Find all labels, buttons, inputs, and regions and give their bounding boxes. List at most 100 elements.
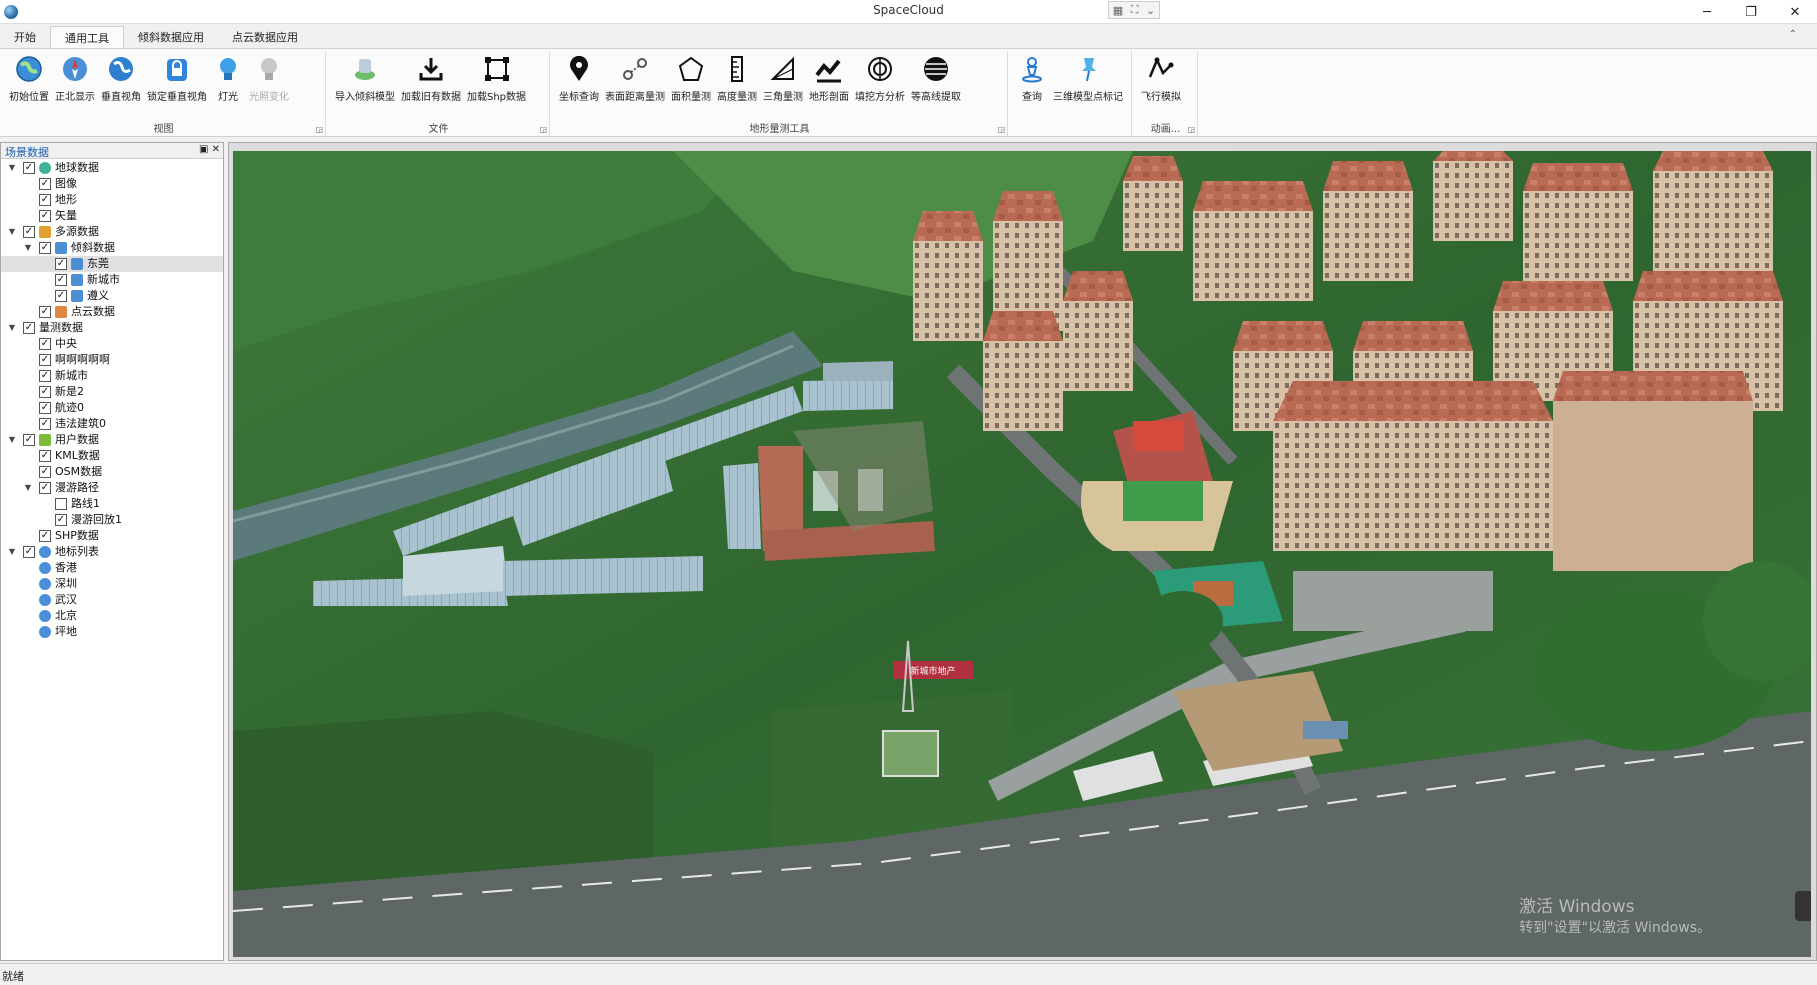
- tree-item[interactable]: ✓ 矢量: [1, 208, 223, 224]
- map-side-handle[interactable]: [1795, 891, 1811, 921]
- triangle-measure-button[interactable]: 三角量测: [760, 51, 806, 118]
- layout-grid-icon[interactable]: ▦: [1113, 4, 1123, 17]
- light-button[interactable]: 灯光: [210, 51, 246, 118]
- tree-item[interactable]: ▼ ✓ 漫游路径: [1, 480, 223, 496]
- aerial-3d-map[interactable]: 新城市地产 激活 Windows 转到"设置"以激活 Windows。: [233, 151, 1811, 957]
- tree-item[interactable]: ✓ 新城市: [1, 368, 223, 384]
- tree-item[interactable]: ✓ 图像: [1, 176, 223, 192]
- tree-item[interactable]: ✓ 遵义: [1, 288, 223, 304]
- minimize-button[interactable]: ─: [1685, 0, 1729, 24]
- dialog-launcher-icon[interactable]: ◲: [539, 125, 547, 134]
- tree-checkbox[interactable]: ✓: [39, 530, 51, 542]
- north-up-button[interactable]: 正北显示: [52, 51, 98, 118]
- expand-arrow-icon[interactable]: ▼: [7, 432, 17, 448]
- tree-item[interactable]: ✓ 违法建筑0: [1, 416, 223, 432]
- tree-item[interactable]: ✓ 中央: [1, 336, 223, 352]
- quick-access-toolbar[interactable]: ▦ ⛶ ⌄: [1108, 1, 1160, 19]
- lighting-change-button[interactable]: 光照变化: [246, 51, 292, 118]
- expand-arrow-icon[interactable]: ▼: [7, 544, 17, 560]
- tree-checkbox[interactable]: ✓: [23, 546, 35, 558]
- tree-item[interactable]: 香港: [1, 560, 223, 576]
- tab-start[interactable]: 开始: [0, 26, 50, 48]
- tree-checkbox[interactable]: ✓: [55, 290, 67, 302]
- expand-arrow-icon[interactable]: ▼: [7, 320, 17, 336]
- tree-checkbox[interactable]: ✓: [39, 482, 51, 494]
- load-legacy-data-button[interactable]: 加载旧有数据: [398, 51, 464, 118]
- tree-item[interactable]: ✓ 新城市: [1, 272, 223, 288]
- contour-extract-button[interactable]: 等高线提取: [908, 51, 964, 118]
- tree-checkbox[interactable]: ✓: [39, 402, 51, 414]
- query-button[interactable]: 查询: [1014, 51, 1050, 118]
- chevron-down-icon[interactable]: ⌄: [1146, 4, 1155, 17]
- tree-checkbox[interactable]: ✓: [39, 306, 51, 318]
- surface-distance-button[interactable]: 表面距离量测: [602, 51, 668, 118]
- expand-arrow-icon[interactable]: ▼: [7, 160, 17, 176]
- ribbon-collapse-icon[interactable]: ⌃: [1789, 29, 1797, 40]
- tree-checkbox[interactable]: ✓: [39, 386, 51, 398]
- tree-item[interactable]: ▼ ✓ 量测数据: [1, 320, 223, 336]
- tree-checkbox[interactable]: [55, 498, 67, 510]
- maximize-button[interactable]: ❐: [1729, 0, 1773, 24]
- tree-checkbox[interactable]: ✓: [39, 242, 51, 254]
- close-panel-icon[interactable]: ✕: [212, 144, 220, 155]
- tree-item[interactable]: ✓ 新是2: [1, 384, 223, 400]
- tree-checkbox[interactable]: ✓: [23, 434, 35, 446]
- tree-checkbox[interactable]: ✓: [39, 418, 51, 430]
- tree-checkbox[interactable]: ✓: [23, 226, 35, 238]
- lock-vertical-view-button[interactable]: 锁定垂直视角: [144, 51, 210, 118]
- tab-oblique-data[interactable]: 倾斜数据应用: [124, 26, 218, 48]
- tree-item[interactable]: ▼ ✓ 地标列表: [1, 544, 223, 560]
- tree-item[interactable]: ✓ 航迹0: [1, 400, 223, 416]
- coordinate-query-button[interactable]: 坐标查询: [556, 51, 602, 118]
- tree-item[interactable]: 深圳: [1, 576, 223, 592]
- tree-item[interactable]: ▼ ✓ 用户数据: [1, 432, 223, 448]
- area-measure-button[interactable]: 面积量测: [668, 51, 714, 118]
- tree-checkbox[interactable]: ✓: [39, 210, 51, 222]
- cut-fill-analysis-button[interactable]: 填挖方分析: [852, 51, 908, 118]
- tree-checkbox[interactable]: ✓: [39, 370, 51, 382]
- tree-item[interactable]: ✓ 啊啊啊啊啊: [1, 352, 223, 368]
- tree-item[interactable]: ✓ KML数据: [1, 448, 223, 464]
- initial-position-button[interactable]: 初始位置: [6, 51, 52, 118]
- vertical-view-button[interactable]: 垂直视角: [98, 51, 144, 118]
- close-button[interactable]: ✕: [1773, 0, 1817, 24]
- tree-item[interactable]: 北京: [1, 608, 223, 624]
- tree-checkbox[interactable]: ✓: [55, 514, 67, 526]
- tree-item[interactable]: 路线1: [1, 496, 223, 512]
- tree-checkbox[interactable]: ✓: [39, 178, 51, 190]
- flight-simulation-button[interactable]: 飞行模拟: [1138, 51, 1184, 118]
- tree-checkbox[interactable]: ✓: [23, 162, 35, 174]
- dialog-launcher-icon[interactable]: ◲: [997, 125, 1005, 134]
- tree-item[interactable]: ▼ ✓ 地球数据: [1, 160, 223, 176]
- dialog-launcher-icon[interactable]: ◲: [1187, 125, 1195, 134]
- tree-item[interactable]: ✓ 点云数据: [1, 304, 223, 320]
- tree-item[interactable]: 坪地: [1, 624, 223, 640]
- tree-checkbox[interactable]: ✓: [39, 354, 51, 366]
- tree-item[interactable]: ▼ ✓ 多源数据: [1, 224, 223, 240]
- expand-arrow-icon[interactable]: ▼: [23, 240, 33, 256]
- expand-arrow-icon[interactable]: ▼: [7, 224, 17, 240]
- tree-checkbox[interactable]: ✓: [55, 274, 67, 286]
- tree-item[interactable]: ▼ ✓ 倾斜数据: [1, 240, 223, 256]
- tree-item[interactable]: ✓ 漫游回放1: [1, 512, 223, 528]
- tree-item[interactable]: ✓ 东莞: [1, 256, 223, 272]
- fullscreen-icon[interactable]: ⛶: [1131, 3, 1139, 17]
- tree-checkbox[interactable]: ✓: [55, 258, 67, 270]
- tree-checkbox[interactable]: ✓: [39, 450, 51, 462]
- tab-pointcloud-data[interactable]: 点云数据应用: [218, 26, 312, 48]
- height-measure-button[interactable]: 高度量测: [714, 51, 760, 118]
- expand-arrow-icon[interactable]: ▼: [23, 480, 33, 496]
- tree-checkbox[interactable]: ✓: [39, 466, 51, 478]
- tree-item[interactable]: ✓ 地形: [1, 192, 223, 208]
- tab-general-tools[interactable]: 通用工具: [50, 26, 124, 48]
- tree-checkbox[interactable]: ✓: [39, 338, 51, 350]
- import-oblique-model-button[interactable]: 导入倾斜模型: [332, 51, 398, 118]
- tree-item[interactable]: ✓ SHP数据: [1, 528, 223, 544]
- tree-item[interactable]: 武汉: [1, 592, 223, 608]
- map-viewport[interactable]: 新城市地产 激活 Windows 转到"设置"以激活 Windows。: [228, 142, 1817, 961]
- load-shp-data-button[interactable]: 加载Shp数据: [464, 51, 529, 118]
- tree-item[interactable]: ✓ OSM数据: [1, 464, 223, 480]
- tree-checkbox[interactable]: ✓: [23, 322, 35, 334]
- model-point-mark-button[interactable]: 三维模型点标记: [1050, 51, 1126, 118]
- tree-checkbox[interactable]: ✓: [39, 194, 51, 206]
